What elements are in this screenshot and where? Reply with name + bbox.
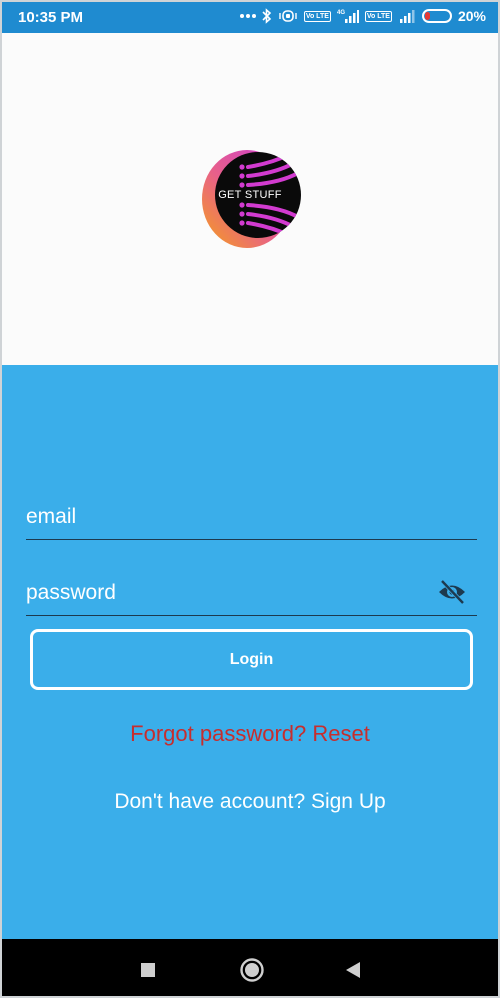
signal-icon-2 [398, 8, 416, 24]
status-bar: 10:35 PM Vo LTE 4G Vo LTE 20% [2, 2, 498, 33]
navigation-bar [2, 939, 498, 996]
logo-text: GET STUFF [218, 189, 282, 201]
battery-icon [421, 9, 452, 23]
bluetooth-icon [262, 8, 272, 24]
battery-fill [424, 12, 430, 20]
home-circle-icon[interactable] [222, 939, 282, 996]
volte-icon-2: Vo LTE [364, 10, 392, 22]
back-triangle-icon[interactable] [323, 939, 383, 996]
status-time: 10:35 PM [18, 9, 84, 26]
email-input[interactable] [26, 505, 426, 529]
forgot-password-link[interactable]: Forgot password? Reset [2, 721, 498, 747]
password-field [26, 566, 477, 616]
login-button[interactable]: Login [30, 629, 473, 690]
more-dots-icon [239, 13, 256, 19]
svg-text:4G: 4G [337, 10, 345, 16]
email-field [26, 490, 477, 540]
battery-percent: 20% [457, 8, 486, 24]
password-input[interactable] [26, 581, 426, 605]
signal-icon: 4G [337, 8, 359, 24]
volte-icon: Vo LTE [303, 10, 331, 22]
logo-area: GET STUFF [2, 33, 498, 365]
vibrate-icon [278, 9, 298, 23]
app-logo: GET STUFF [200, 149, 302, 249]
signup-link[interactable]: Don't have account? Sign Up [2, 790, 498, 814]
login-panel: Login Forgot password? Reset Don't have … [2, 365, 498, 939]
app-screen: 10:35 PM Vo LTE 4G Vo LTE 20% GET STUFF … [0, 0, 500, 998]
status-icons: Vo LTE 4G Vo LTE 20% [239, 8, 486, 24]
eye-off-icon[interactable] [437, 579, 467, 605]
recents-square-icon[interactable] [118, 939, 178, 996]
